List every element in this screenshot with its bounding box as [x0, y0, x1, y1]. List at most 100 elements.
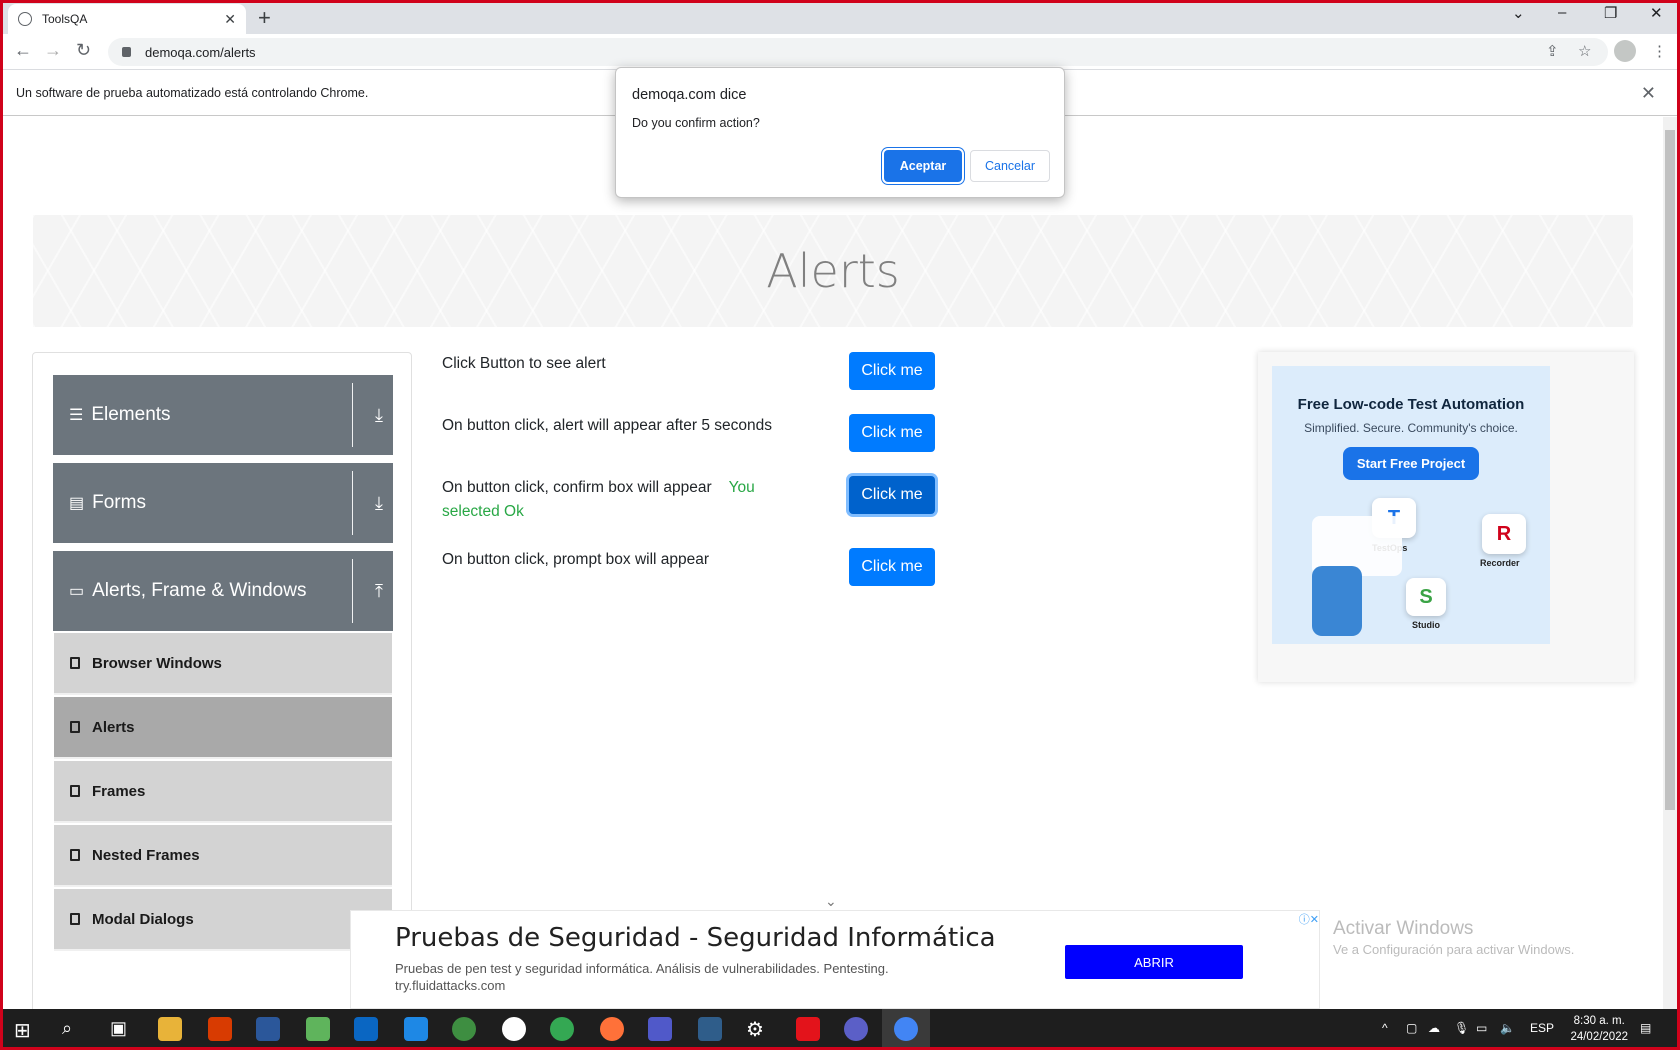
globe-icon — [18, 12, 32, 26]
browser-tab[interactable]: ToolsQA ✕ — [8, 4, 246, 34]
file-explorer-icon[interactable] — [158, 1017, 182, 1041]
list-icon — [70, 785, 80, 797]
chrome-icon[interactable] — [894, 1017, 918, 1041]
clock-time: 8:30 a. m. — [1573, 1015, 1625, 1027]
sidebar-item-alerts[interactable]: Alerts — [54, 697, 392, 759]
bottom-advertisement[interactable]: ⓘ✕ Pruebas de Seguridad - Seguridad Info… — [350, 910, 1320, 1009]
sidebar-item-nested-frames[interactable]: Nested Frames — [54, 825, 392, 887]
robot-illustration — [1312, 566, 1362, 636]
f-app-icon[interactable] — [404, 1017, 428, 1041]
language-indicator[interactable]: ESP — [1530, 1021, 1554, 1035]
back-icon[interactable]: ← — [14, 40, 32, 61]
menu-icon[interactable]: ⋮ — [1652, 42, 1667, 60]
notifications-icon[interactable]: ▤ — [1640, 1021, 1651, 1035]
teams-icon[interactable] — [648, 1017, 672, 1041]
microphone-icon[interactable]: 🎙 — [1454, 1021, 1469, 1035]
sidebar-item-frames[interactable]: Frames — [54, 761, 392, 823]
forward-icon[interactable]: → — [44, 40, 62, 61]
dialog-message: Do you confirm action? — [632, 116, 760, 130]
close-tab-icon[interactable]: ✕ — [224, 11, 236, 28]
group-label: Elements — [91, 404, 171, 425]
outlook-icon[interactable] — [354, 1017, 378, 1041]
ad-description: Pruebas de pen test y seguridad informát… — [395, 961, 889, 976]
group-label: Alerts, Frame & Windows — [92, 580, 307, 601]
volume-icon[interactable]: 🔈 — [1500, 1021, 1515, 1035]
tray-app-icon[interactable]: ▢ — [1406, 1021, 1417, 1035]
ad-url[interactable]: try.fluidattacks.com — [395, 978, 505, 993]
sidebar-item-modal-dialogs[interactable]: Modal Dialogs — [54, 889, 392, 951]
confirm-button[interactable]: Click me — [849, 476, 935, 514]
side-advertisement[interactable]: Free Low-code Test Automation Simplified… — [1258, 352, 1634, 682]
profile-avatar[interactable] — [1614, 40, 1636, 62]
hamburger-icon: ☰ — [69, 407, 84, 424]
share-icon[interactable]: ⇪ — [1546, 42, 1559, 60]
eclipse-icon[interactable] — [844, 1017, 868, 1041]
sidebar-item-label: Nested Frames — [92, 846, 200, 864]
app-icon[interactable] — [502, 1017, 526, 1041]
sidebar-item-label: Modal Dialogs — [92, 910, 194, 928]
divider — [352, 559, 353, 623]
group-label: Forms — [92, 492, 146, 513]
bookmark-star-icon[interactable]: ☆ — [1578, 42, 1591, 60]
tab-title: ToolsQA — [42, 12, 88, 26]
close-infobar-icon[interactable]: ✕ — [1641, 83, 1656, 104]
scrollbar-thumb[interactable] — [1665, 130, 1675, 810]
task-view-icon[interactable]: ▣ — [110, 1018, 127, 1039]
office-icon[interactable] — [208, 1017, 232, 1041]
windows-start-icon[interactable]: ⊞ — [14, 1018, 31, 1043]
expand-arrow-icon: ⤓ — [375, 492, 383, 513]
collapse-arrow-icon: ⤒ — [375, 580, 383, 601]
recorder-logo: R — [1482, 514, 1526, 554]
infobar-text: Un software de prueba automatizado está … — [16, 86, 369, 100]
onedrive-icon[interactable]: ☁ — [1428, 1021, 1440, 1035]
timer-alert-button[interactable]: Click me — [849, 414, 935, 452]
aceptar-button[interactable]: Aceptar — [884, 150, 962, 182]
amd-icon[interactable] — [796, 1017, 820, 1041]
chevron-down-icon[interactable]: ⌄ — [825, 893, 837, 910]
reload-icon[interactable]: ↻ — [76, 40, 91, 61]
divider — [352, 471, 353, 535]
expand-arrow-icon: ⤓ — [375, 404, 383, 425]
network-icon[interactable]: ▭ — [1476, 1021, 1487, 1035]
project-icon[interactable] — [306, 1017, 330, 1041]
settings-gear-icon[interactable]: ⚙ — [746, 1017, 764, 1042]
minimize-icon[interactable]: – — [1558, 4, 1566, 21]
ad-creative[interactable]: Free Low-code Test Automation Simplified… — [1272, 366, 1550, 644]
word-icon[interactable] — [256, 1017, 280, 1041]
abrir-button[interactable]: ABRIR — [1065, 945, 1243, 979]
prompt-button[interactable]: Click me — [849, 548, 935, 586]
watermark-line1: Activar Windows — [1333, 918, 1474, 939]
recorder-label: Recorder — [1480, 558, 1520, 568]
restore-icon[interactable]: ❐ — [1604, 4, 1617, 22]
start-free-project-button[interactable]: Start Free Project — [1342, 447, 1480, 480]
pocket-icon[interactable] — [698, 1017, 722, 1041]
alert-button[interactable]: Click me — [849, 352, 935, 390]
url-text: demoqa.com/alerts — [145, 44, 256, 60]
prompt-row-text: On button click, prompt box will appear — [442, 551, 710, 568]
clock[interactable]: 8:30 a. m. 24/02/2022 — [1570, 1013, 1628, 1045]
studio-label: Studio — [1412, 620, 1440, 630]
sidebar-group-alerts-frames-windows[interactable]: ▭ Alerts, Frame & Windows ⤒ — [53, 551, 393, 631]
tray-chevron-icon[interactable]: ^ — [1382, 1021, 1388, 1035]
dialog-title: demoqa.com dice — [632, 87, 747, 103]
sidebar-item-browser-windows[interactable]: Browser Windows — [54, 633, 392, 695]
list-icon — [70, 721, 80, 733]
xbox-icon[interactable] — [452, 1017, 476, 1041]
divider — [352, 383, 353, 447]
cancelar-button[interactable]: Cancelar — [970, 150, 1050, 182]
ad-subtitle: Simplified. Secure. Community's choice. — [1304, 421, 1518, 435]
search-icon[interactable]: ⌕ — [62, 1018, 72, 1039]
address-bar[interactable]: demoqa.com/alerts — [108, 38, 1608, 66]
timer-alert-row-text: On button click, alert will appear after… — [442, 417, 772, 434]
confirm-row: On button click, confirm box will appear… — [442, 476, 772, 524]
confirm-dialog: demoqa.com dice Do you confirm action? A… — [615, 67, 1065, 198]
ad-headline[interactable]: Pruebas de Seguridad - Seguridad Informá… — [395, 923, 996, 953]
tab-search-icon[interactable]: ⌄ — [1512, 4, 1525, 22]
firefox-icon[interactable] — [600, 1017, 624, 1041]
ad-choices-icon[interactable]: ⓘ✕ — [1298, 911, 1319, 927]
close-window-icon[interactable]: ✕ — [1650, 4, 1663, 22]
chrome-canary-icon[interactable] — [550, 1017, 574, 1041]
sidebar-group-elements[interactable]: ☰ Elements ⤓ — [53, 375, 393, 455]
sidebar-group-forms[interactable]: ▤ Forms ⤓ — [53, 463, 393, 543]
new-tab-icon[interactable]: + — [258, 5, 271, 31]
